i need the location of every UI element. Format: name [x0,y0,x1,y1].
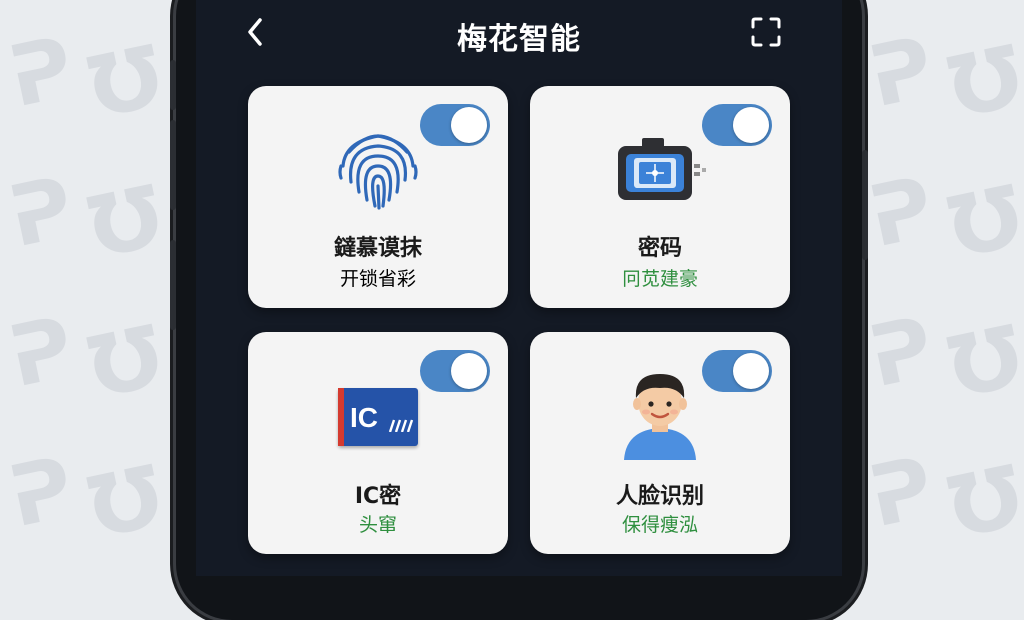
ic-card-stripe [338,388,344,446]
card-fingerprint-status: 开锁省彩 [339,268,416,290]
card-ic-status: 头窜 [358,514,397,536]
ic-card-text: IC [350,402,378,433]
toggle-knob [451,353,487,389]
page-title: 梅花智能 [457,22,581,57]
power-button [862,150,868,260]
card-password-status: 冋苋建豪 [621,268,698,290]
card-password-label: 密码 [637,236,682,261]
card-password[interactable]: 密码 冋苋建豪 [530,86,790,308]
card-fingerprint-label: 鐽慕谟抹 [333,236,422,261]
ic-toggle[interactable] [420,350,490,392]
toggle-knob [733,353,769,389]
app-screen: 梅花智能 鐽慕谟抹 开锁省彩 密码 冋苋建豪 IC IC密 头窜 人脸识别 保得… [196,0,842,576]
camera-icon [618,138,706,200]
face-avatar-icon [624,374,696,460]
card-fingerprint[interactable]: 鐽慕谟抹 开锁省彩 [248,86,508,308]
fingerprint-toggle[interactable] [420,104,490,146]
ic-card-icon: IC [338,388,418,446]
face-toggle[interactable] [702,350,772,392]
volume-up-button [170,60,176,110]
card-ic[interactable]: IC IC密 头窜 [248,332,508,554]
scan-icon[interactable] [750,16,782,48]
card-ic-label: IC密 [354,484,402,509]
password-toggle[interactable] [702,104,772,146]
card-face-label: 人脸识别 [615,484,704,509]
side-button-left [170,240,176,330]
fingerprint-icon [338,134,418,210]
card-face[interactable]: 人脸识别 保得痩泓 [530,332,790,554]
card-face-status: 保得痩泓 [621,514,698,536]
toggle-knob [451,107,487,143]
volume-down-button [170,120,176,210]
toggle-knob [733,107,769,143]
ic-card-lines-icon [388,419,414,432]
top-bar: 梅花智能 [196,0,842,70]
